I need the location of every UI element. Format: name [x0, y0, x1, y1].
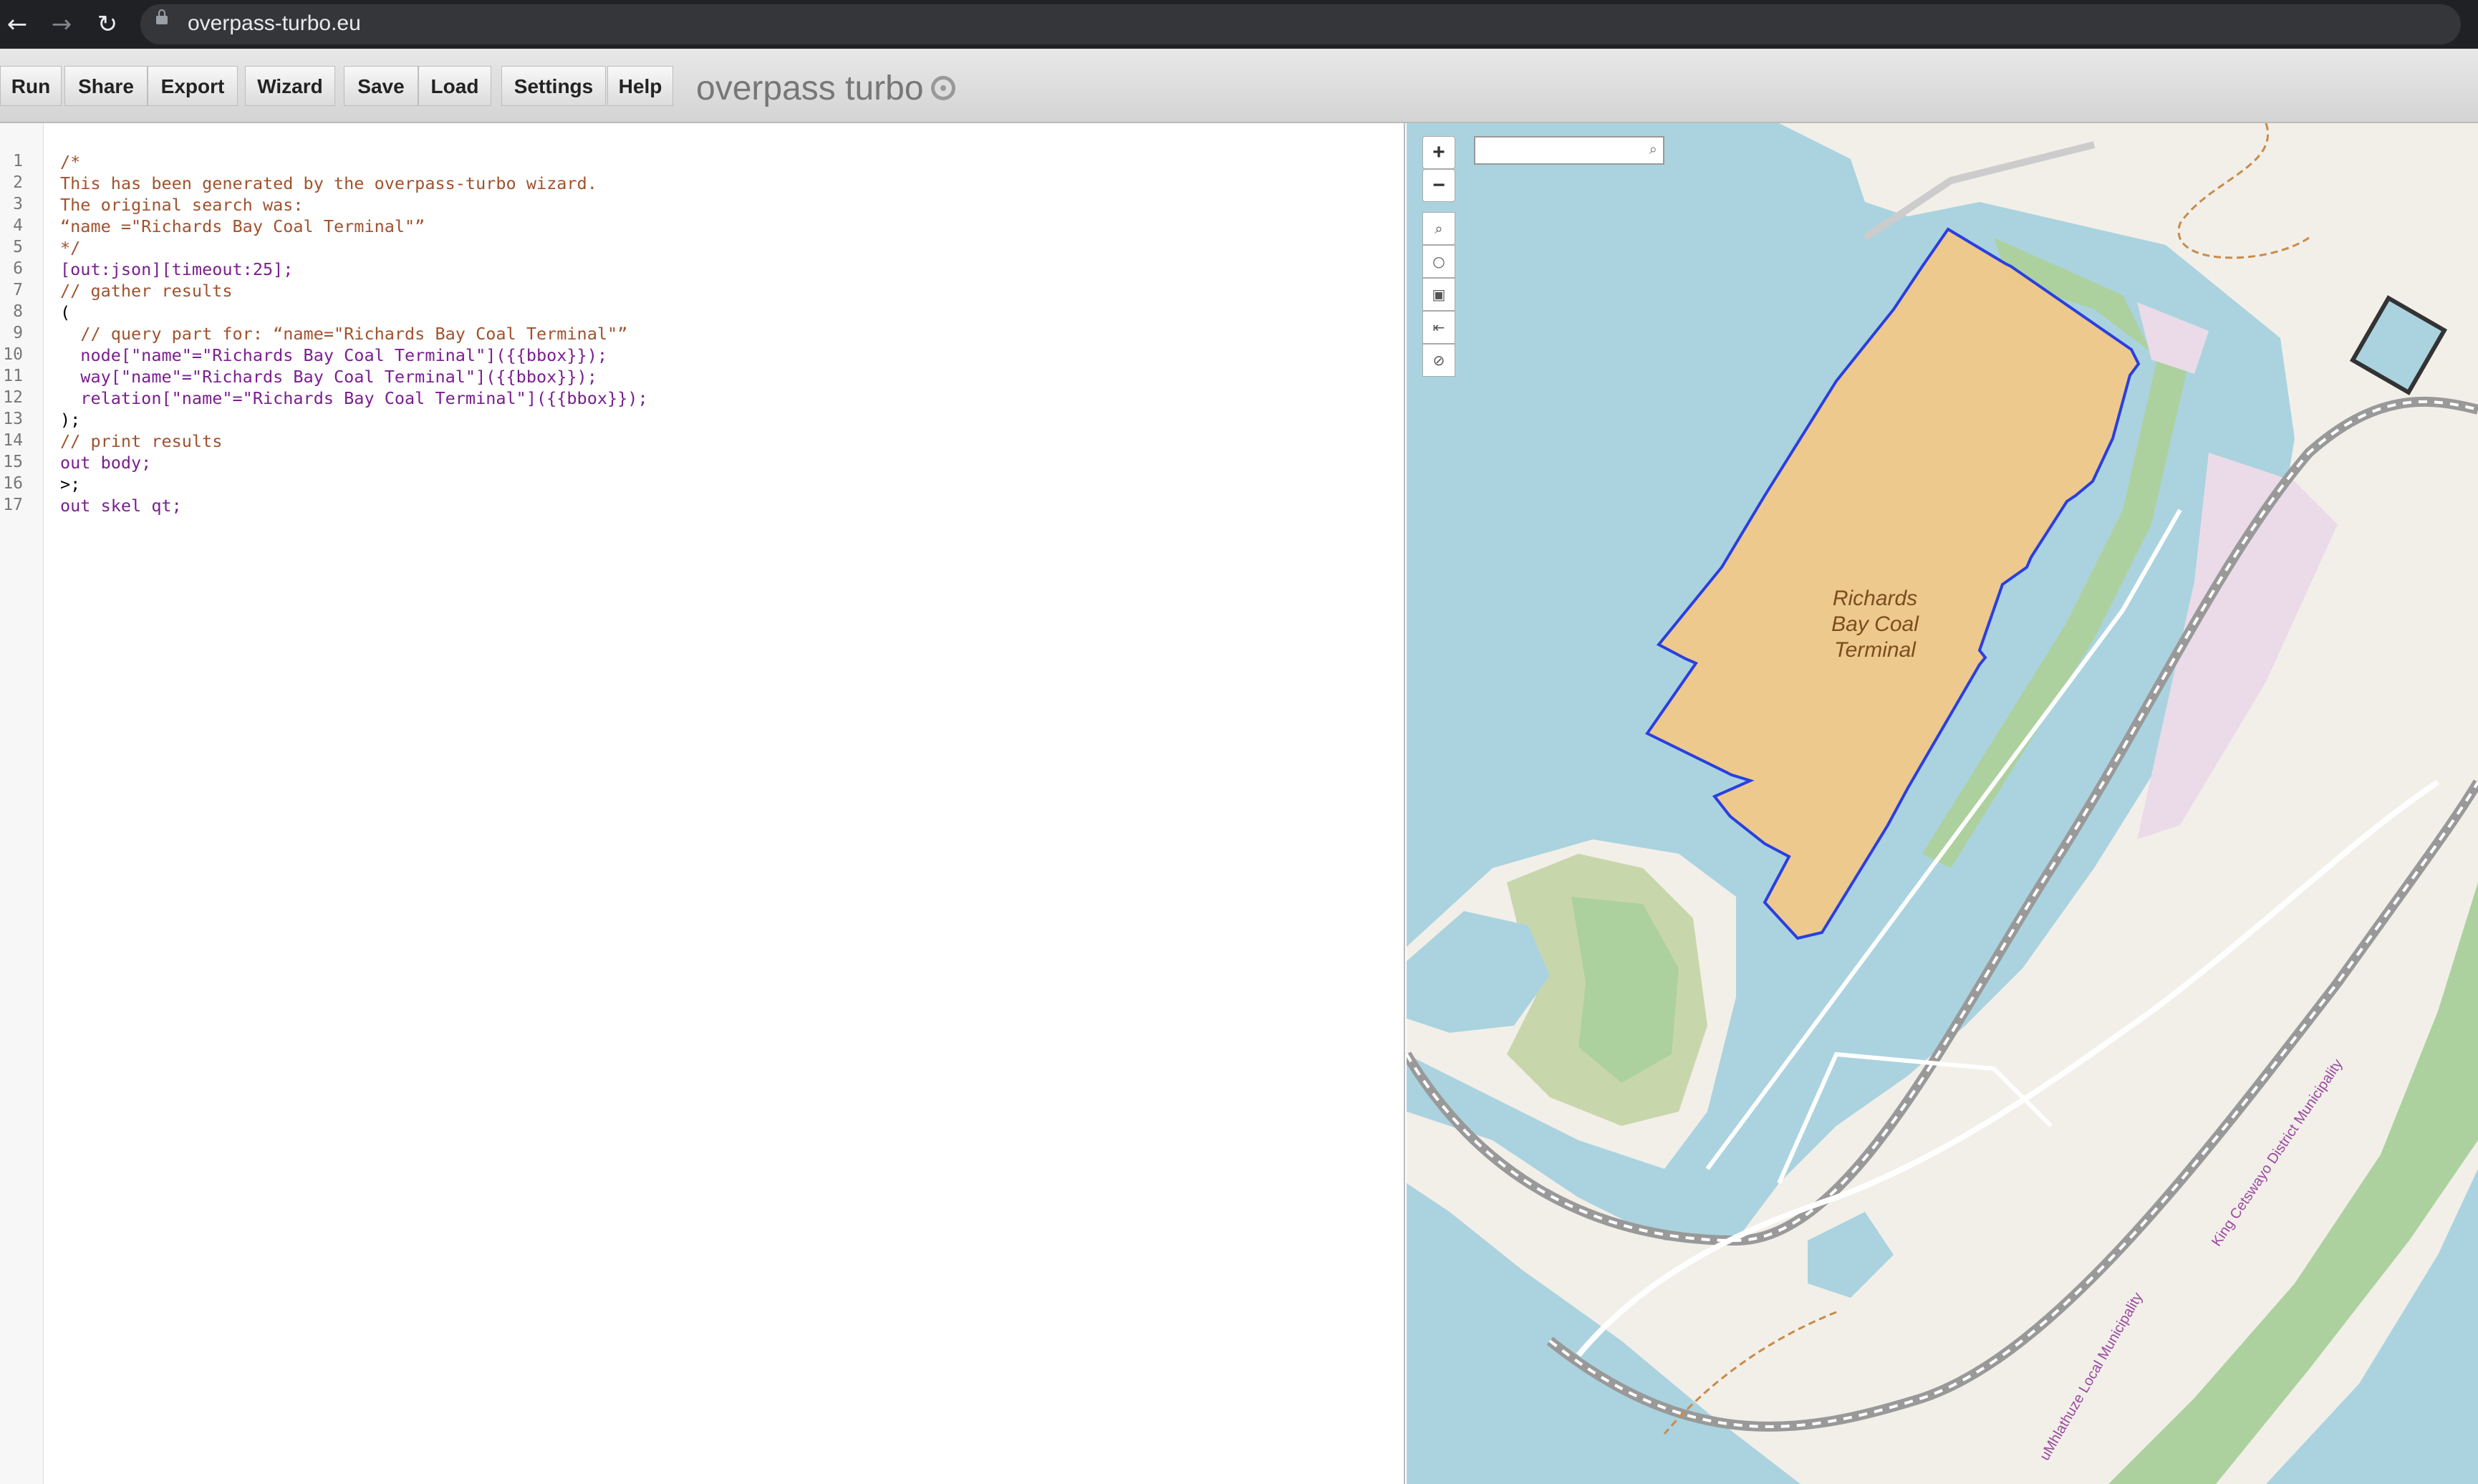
code-line: */ — [60, 238, 81, 258]
zoom-in-button[interactable]: + — [1422, 136, 1455, 169]
url-text: overpass-turbo.eu — [188, 11, 361, 35]
line-number: 12 — [3, 388, 23, 407]
code-line: // query part for: “name="Richards Bay C… — [60, 324, 628, 344]
back-icon[interactable]: ← — [0, 7, 34, 42]
line-number: 16 — [3, 474, 23, 493]
browser-bar: ← → ↻ overpass-turbo.eu — [0, 0, 2478, 49]
fit-bounds-icon[interactable]: ⇤ — [1422, 311, 1455, 344]
forward-icon[interactable]: → — [44, 7, 79, 42]
terminal-label-line: Terminal — [1834, 638, 1916, 662]
code-line: ( — [60, 302, 71, 322]
terminal-label-line: Richards — [1832, 587, 1918, 610]
line-number: 7 — [13, 281, 23, 299]
line-number-gutter: 1 2 3 4 5 6 7 8 9 10 11 12 13 14 15 16 1… — [0, 123, 44, 1484]
code-line: “name ="Richards Bay Coal Terminal"” — [60, 216, 425, 236]
line-number: 5 — [13, 238, 23, 256]
steering-wheel-icon — [931, 76, 955, 100]
code-line: >; — [60, 474, 81, 494]
line-number: 6 — [13, 259, 23, 278]
line-number: 13 — [3, 410, 23, 428]
industrial-area-small — [2137, 302, 2209, 374]
run-button[interactable]: Run — [0, 66, 62, 106]
code-line: /* — [60, 152, 81, 172]
help-button[interactable]: Help — [607, 66, 673, 106]
line-number: 11 — [3, 367, 23, 385]
wizard-button[interactable]: Wizard — [245, 66, 335, 106]
reload-icon[interactable]: ↻ — [90, 7, 125, 42]
code-line: // gather results — [60, 281, 233, 301]
lock-icon — [156, 9, 168, 24]
terminal-label: Richards Bay Coal Terminal — [1811, 586, 1939, 663]
code-line: The original search was: — [60, 195, 304, 215]
terminal-highlight-polygon[interactable] — [1645, 227, 2141, 940]
address-bar[interactable]: overpass-turbo.eu — [140, 4, 2461, 44]
line-number: 15 — [3, 453, 23, 471]
code-line: relation["name"="Richards Bay Coal Termi… — [60, 388, 648, 408]
map-search-input[interactable]: ⌕ — [1474, 136, 1664, 165]
settings-button[interactable]: Settings — [501, 66, 606, 106]
share-button[interactable]: Share — [64, 66, 148, 106]
line-number: 10 — [3, 345, 23, 364]
query-editor[interactable]: 1 2 3 4 5 6 7 8 9 10 11 12 13 14 15 16 1… — [0, 123, 1405, 1484]
terminal-label-line: Bay Coal — [1831, 612, 1919, 636]
load-button[interactable]: Load — [418, 66, 491, 106]
code-line: out skel qt; — [60, 496, 182, 516]
line-number: 1 — [13, 152, 23, 170]
save-button[interactable]: Save — [344, 66, 418, 106]
code-line: way["name"="Richards Bay Coal Terminal"]… — [60, 367, 597, 387]
code-line: [out:json][timeout:25]; — [60, 259, 294, 279]
line-number: 4 — [13, 216, 23, 235]
code-line: This has been generated by the overpass-… — [60, 173, 597, 193]
code-line: ); — [60, 410, 81, 430]
toolbar: Run Share Export Wizard Save Load Settin… — [0, 49, 2478, 123]
line-number: 8 — [13, 302, 23, 321]
line-number: 17 — [3, 496, 23, 514]
locate-icon[interactable]: ○ — [1422, 245, 1455, 278]
line-number: 9 — [13, 324, 23, 342]
code-line: node["name"="Richards Bay Coal Terminal"… — [60, 345, 608, 365]
zoom-out-button[interactable]: − — [1422, 169, 1455, 202]
layers-icon[interactable]: ▣ — [1422, 278, 1455, 311]
map-tiles — [1407, 123, 2478, 1484]
zoom-to-data-icon[interactable]: ⌕ — [1422, 212, 1455, 245]
map-view[interactable]: + − ⌕ ○ ▣ ⇤ ⊘ ⌕ Richards Bay Coal Termin… — [1407, 123, 2478, 1484]
line-number: 3 — [13, 195, 23, 213]
line-number: 14 — [3, 431, 23, 450]
clear-icon[interactable]: ⊘ — [1422, 344, 1455, 377]
export-button[interactable]: Export — [148, 66, 238, 106]
code-line: out body; — [60, 453, 152, 473]
brand-title: overpass turbo — [696, 69, 924, 107]
search-icon[interactable]: ⌕ — [1649, 142, 1657, 158]
code-line: // print results — [60, 431, 223, 451]
line-number: 2 — [13, 173, 23, 192]
